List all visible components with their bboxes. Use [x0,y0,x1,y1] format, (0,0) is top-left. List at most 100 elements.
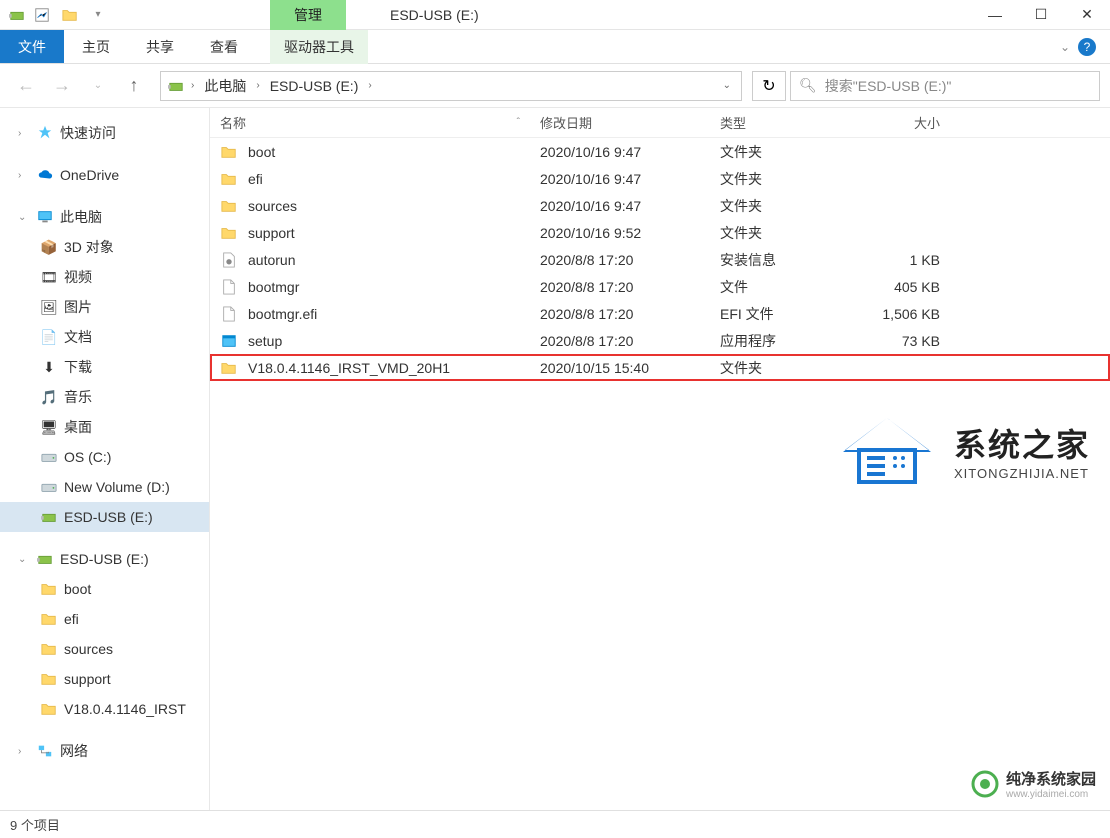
chevron-right-icon[interactable]: › [189,80,196,91]
watermark-title: 系统之家 [954,420,1090,466]
close-button[interactable]: ✕ [1064,0,1110,30]
tree-label: 桌面 [64,417,92,437]
folder-icon [220,170,238,188]
file-type: 文件夹 [720,142,870,162]
file-row[interactable]: V18.0.4.1146_IRST_VMD_20H1 2020/10/15 15… [210,354,1110,381]
contextual-tab-manage[interactable]: 管理 [270,0,346,30]
tree-this-pc[interactable]: ⌄此电脑 [0,202,209,232]
file-row[interactable]: sources 2020/10/16 9:47 文件夹 [210,192,1110,219]
tree-label: support [64,671,111,687]
folder-icon [220,224,238,242]
watermark-xitongzhijia: 系统之家 XITONGZHIJIA.NET [832,410,1090,490]
ribbon-tab-share[interactable]: 共享 [128,30,192,63]
file-date: 2020/10/16 9:47 [540,198,720,214]
exe-icon [220,332,238,350]
tree-folder-sources[interactable]: sources [0,634,209,664]
tree-network[interactable]: ›网络 [0,736,209,766]
watermark-title: 纯净系统家园 [1006,768,1096,789]
ribbon-expand-icon[interactable]: ⌄ [1060,40,1070,54]
ribbon-tab-file[interactable]: 文件 [0,30,64,63]
titlebar: ▾ 管理 ESD-USB (E:) — ☐ ✕ [0,0,1110,30]
tree-onedrive[interactable]: ›OneDrive [0,160,209,190]
minimize-button[interactable]: — [972,0,1018,30]
column-header-type[interactable]: 类型 [720,113,870,132]
column-header-name[interactable]: 名称 ˆ [210,113,540,132]
file-type: EFI 文件 [720,304,870,324]
tree-downloads[interactable]: ⬇下载 [0,352,209,382]
ribbon-tab-home[interactable]: 主页 [64,30,128,63]
tree-drive-d[interactable]: New Volume (D:) [0,472,209,502]
tree-label: 快速访问 [60,123,116,143]
file-size: 1 KB [870,252,960,268]
tree-music[interactable]: 🎵音乐 [0,382,209,412]
file-date: 2020/8/8 17:20 [540,279,720,295]
download-icon: ⬇ [40,358,58,376]
nav-recent-dropdown[interactable]: ⌄ [82,72,114,100]
column-headers: 名称 ˆ 修改日期 类型 大小 [210,108,1110,138]
file-icon [220,305,238,323]
address-bar[interactable]: › 此电脑 › ESD-USB (E:) › ⌄ [160,71,742,101]
file-name: support [248,225,295,241]
tree-pictures[interactable]: 🖼图片 [0,292,209,322]
search-input[interactable]: 🔍︎ 搜索"ESD-USB (E:)" [790,71,1100,101]
tree-folder-boot[interactable]: boot [0,574,209,604]
file-date: 2020/10/16 9:47 [540,171,720,187]
ribbon-tab-drive-tools[interactable]: 驱动器工具 [270,30,368,64]
tree-desktop[interactable]: 🖥 桌面 [0,412,209,442]
maximize-button[interactable]: ☐ [1018,0,1064,30]
file-date: 2020/8/8 17:20 [540,306,720,322]
file-row[interactable]: autorun 2020/8/8 17:20 安装信息 1 KB [210,246,1110,273]
file-row[interactable]: support 2020/10/16 9:52 文件夹 [210,219,1110,246]
chevron-right-icon[interactable]: › [366,80,373,91]
address-dropdown-icon[interactable]: ⌄ [723,80,731,91]
file-name: bootmgr.efi [248,306,317,322]
desktop-icon: 🖥 [40,418,58,436]
column-header-size[interactable]: 大小 [870,113,960,132]
nav-back-button[interactable]: ← [10,72,42,100]
folder-icon [220,197,238,215]
tree-folder-support[interactable]: support [0,664,209,694]
tree-quick-access[interactable]: ›快速访问 [0,118,209,148]
nav-up-button[interactable]: ↑ [118,72,150,100]
breadcrumb-segment[interactable]: ESD-USB (E:) [266,78,363,94]
file-date: 2020/10/16 9:52 [540,225,720,241]
ribbon-tab-view[interactable]: 查看 [192,30,256,63]
file-row[interactable]: bootmgr.efi 2020/8/8 17:20 EFI 文件 1,506 … [210,300,1110,327]
tree-documents[interactable]: 📄文档 [0,322,209,352]
folder-icon [220,143,238,161]
help-icon[interactable]: ? [1078,38,1096,56]
tree-drive-e[interactable]: ESD-USB (E:) [0,502,209,532]
qat-properties-icon[interactable] [30,3,54,27]
tree-label: OS (C:) [64,449,111,465]
tree-folder-irst[interactable]: V18.0.4.1146_IRST [0,694,209,724]
house-logo-icon [832,410,942,490]
file-row[interactable]: boot 2020/10/16 9:47 文件夹 [210,138,1110,165]
file-row[interactable]: setup 2020/8/8 17:20 应用程序 73 KB [210,327,1110,354]
file-type: 安装信息 [720,250,870,270]
file-row[interactable]: bootmgr 2020/8/8 17:20 文件 405 KB [210,273,1110,300]
tree-label: New Volume (D:) [64,479,170,495]
chevron-right-icon[interactable]: › [254,80,261,91]
tree-label: 此电脑 [60,207,102,227]
column-label: 名称 [220,113,246,132]
tree-label: ESD-USB (E:) [64,509,153,525]
tree-folder-efi[interactable]: efi [0,604,209,634]
tree-3d-objects[interactable]: 📦3D 对象 [0,232,209,262]
sort-ascending-icon: ˆ [517,117,520,128]
file-date: 2020/10/15 15:40 [540,360,720,376]
file-name: V18.0.4.1146_IRST_VMD_20H1 [248,360,450,376]
qat-newfolder-icon[interactable] [58,3,82,27]
tree-drive-e-root[interactable]: ⌄ESD-USB (E:) [0,544,209,574]
column-header-date[interactable]: 修改日期 [540,113,720,132]
breadcrumb-segment[interactable]: 此电脑 [200,76,250,96]
ribbon-tabs: 文件 主页 共享 查看 驱动器工具 ⌄ ? [0,30,1110,64]
picture-icon: 🖼 [40,298,58,316]
tree-videos[interactable]: 🎞视频 [0,262,209,292]
nav-forward-button[interactable]: → [46,72,78,100]
tree-drive-c[interactable]: OS (C:) [0,442,209,472]
app-icon [8,6,26,24]
file-row[interactable]: efi 2020/10/16 9:47 文件夹 [210,165,1110,192]
navigation-tree[interactable]: ›快速访问 ›OneDrive ⌄此电脑 📦3D 对象 🎞视频 🖼图片 📄文档 … [0,108,210,810]
qat-dropdown-icon[interactable]: ▾ [86,3,110,27]
refresh-button[interactable]: ↻ [752,71,786,101]
